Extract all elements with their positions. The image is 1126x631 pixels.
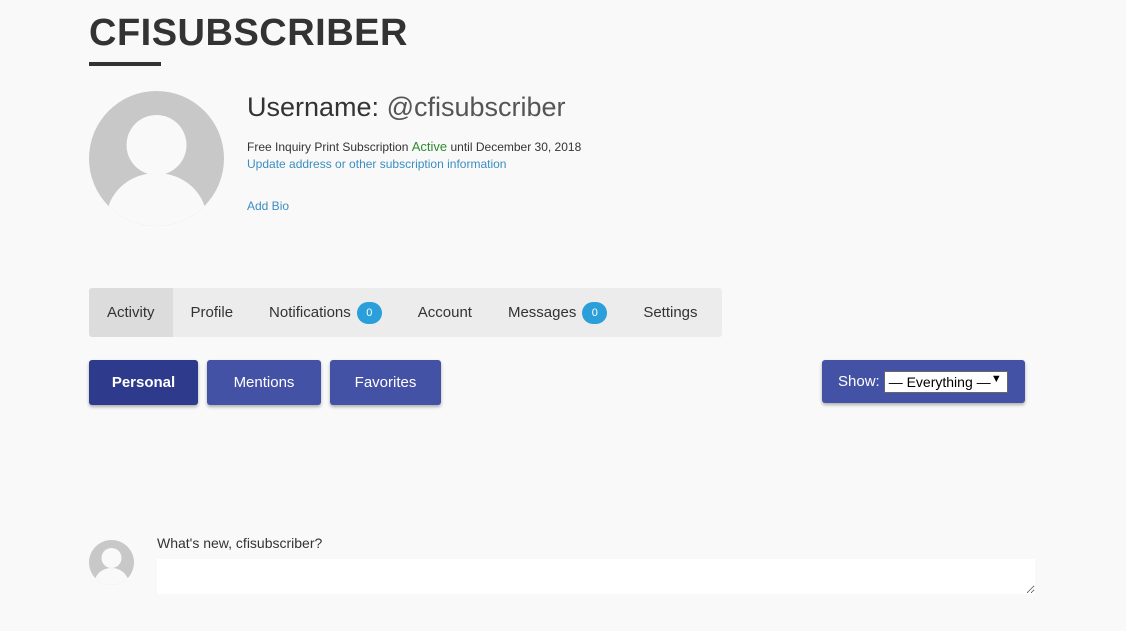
tab-profile-label: Profile [190, 304, 234, 321]
personal-button[interactable]: Personal [89, 360, 198, 405]
messages-count-badge: 0 [582, 301, 608, 324]
username-heading: Username: @cfisubscriber [247, 92, 566, 123]
favorites-button[interactable]: Favorites [330, 360, 441, 405]
activity-filter: Show: — Everything — ▼ [822, 360, 1025, 403]
user-avatar-icon[interactable] [89, 91, 224, 226]
tab-activity-label: Activity [107, 304, 155, 321]
tab-account[interactable]: Account [400, 288, 490, 337]
dropdown-arrow-icon: ▼ [990, 372, 1002, 385]
subscription-status-badge: Active [411, 139, 448, 154]
show-filter-value: — Everything — [888, 373, 991, 390]
title-underline [89, 62, 161, 66]
tab-settings-label: Settings [643, 304, 698, 321]
add-bio-link[interactable]: Add Bio [247, 199, 289, 213]
username-label: Username: [247, 92, 380, 122]
tab-activity[interactable]: Activity [89, 288, 173, 337]
tab-messages-label: Messages [507, 304, 577, 321]
profile-nav-tabs: Activity Profile Notifications 0 Account… [89, 288, 722, 337]
subscription-prefix: Free Inquiry Print Subscription [247, 140, 409, 154]
page-title: CFISUBSCRIBER [89, 12, 408, 54]
tab-profile[interactable]: Profile [173, 288, 252, 337]
post-author-avatar-icon[interactable] [89, 540, 134, 585]
whats-new-prompt: What's new, cfisubscriber? [157, 535, 323, 551]
tab-notifications[interactable]: Notifications 0 [251, 288, 400, 337]
tab-messages[interactable]: Messages 0 [490, 288, 625, 337]
update-subscription-link[interactable]: Update address or other subscription inf… [247, 157, 506, 171]
mentions-button[interactable]: Mentions [207, 360, 321, 405]
subscription-status-line: Free Inquiry Print Subscription Active u… [247, 139, 581, 154]
show-filter-label: Show: [838, 373, 880, 390]
tab-account-label: Account [417, 304, 472, 321]
username-handle: @cfisubscriber [386, 92, 566, 122]
tab-notifications-label: Notifications [269, 304, 351, 321]
profile-page: CFISUBSCRIBER Username: @cfisubscriber F… [0, 0, 1126, 631]
tab-settings[interactable]: Settings [625, 288, 715, 337]
whats-new-textarea[interactable] [157, 559, 1035, 594]
show-filter-select[interactable]: — Everything — ▼ [883, 370, 1008, 393]
notifications-count-badge: 0 [356, 301, 382, 324]
subscription-expiry: until December 30, 2018 [450, 140, 582, 154]
